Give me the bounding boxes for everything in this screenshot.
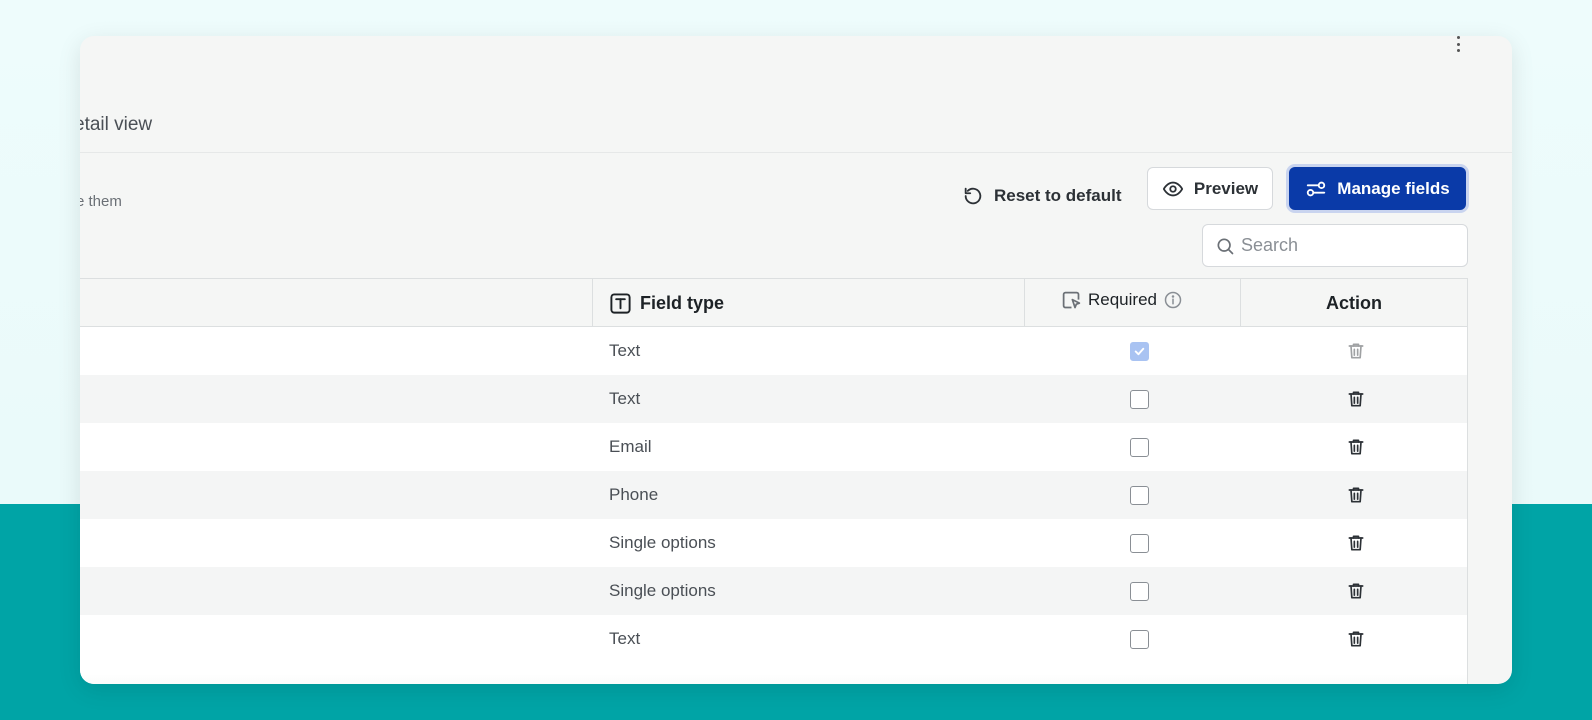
tab-detail-view[interactable]: etail view — [80, 114, 152, 136]
fields-table: Field type Required Action Text Text Email… — [80, 278, 1468, 684]
required-field-icon — [1062, 291, 1081, 308]
field-type-cell: Email — [609, 437, 652, 456]
sliders-icon — [1307, 181, 1326, 196]
table-row: Text — [80, 375, 1467, 423]
table-row: Email — [80, 423, 1467, 471]
trash-icon — [1348, 535, 1364, 551]
column-header-field-type[interactable]: Field type — [609, 279, 724, 327]
search-icon — [1217, 238, 1234, 254]
text-type-icon — [610, 292, 631, 314]
scroll-fade — [80, 674, 1467, 684]
info-icon[interactable] — [1163, 290, 1183, 310]
required-cell — [1130, 327, 1149, 375]
required-checkbox[interactable] — [1130, 437, 1149, 457]
required-cell — [1130, 423, 1149, 471]
trash-icon — [1348, 439, 1364, 455]
trash-icon — [1348, 583, 1364, 599]
delete-field-button[interactable] — [1346, 423, 1366, 471]
required-checkbox — [1130, 341, 1149, 361]
table-row: Text — [80, 615, 1467, 663]
manage-fields-button[interactable]: Manage fields — [1289, 167, 1466, 210]
table-row: Single options — [80, 567, 1467, 615]
required-checkbox[interactable] — [1130, 485, 1149, 505]
column-separator — [1024, 279, 1025, 327]
delete-field-button[interactable] — [1346, 375, 1366, 423]
field-type-cell: Text — [609, 629, 641, 648]
header-divider — [80, 152, 1512, 153]
field-type-cell: Single options — [609, 533, 716, 552]
column-separator — [592, 279, 593, 327]
required-cell — [1130, 375, 1149, 423]
column-header-required[interactable]: Required — [1061, 276, 1183, 324]
required-checkbox[interactable] — [1130, 629, 1149, 649]
trash-icon — [1348, 631, 1364, 647]
field-type-cell: Text — [609, 341, 641, 360]
trash-icon — [1348, 343, 1364, 359]
delete-field-button — [1346, 327, 1366, 375]
required-header-label: Required — [1088, 290, 1157, 309]
required-cell — [1130, 567, 1149, 615]
required-checkbox[interactable] — [1130, 581, 1149, 601]
more-options-icon[interactable] — [1452, 36, 1464, 52]
table-header: Field type Required Action — [80, 279, 1467, 327]
eye-icon — [1162, 181, 1183, 196]
field-type-cell: Text — [609, 389, 641, 408]
action-header-label: Action — [1326, 292, 1382, 313]
required-checkbox[interactable] — [1130, 533, 1149, 553]
delete-field-button[interactable] — [1346, 471, 1366, 519]
field-type-cell: Phone — [609, 485, 659, 504]
delete-field-button[interactable] — [1346, 519, 1366, 567]
column-header-action: Action — [1240, 279, 1468, 327]
required-cell — [1130, 519, 1149, 567]
trash-icon — [1348, 487, 1364, 503]
table-body: Text Text Email Phone Single options Single o… — [80, 327, 1467, 663]
section-hint: e them — [80, 193, 122, 210]
reset-to-default-button[interactable]: Reset to default — [962, 176, 1122, 216]
preview-button[interactable]: Preview — [1147, 167, 1273, 210]
delete-field-button[interactable] — [1346, 567, 1366, 615]
settings-panel: etail view e them Reset to default Previ… — [80, 36, 1512, 684]
search-box[interactable] — [1202, 224, 1468, 267]
required-checkbox[interactable] — [1130, 389, 1149, 409]
table-row: Phone — [80, 471, 1467, 519]
table-row: Text — [80, 327, 1467, 375]
preview-label: Preview — [1193, 178, 1259, 198]
required-cell — [1130, 471, 1149, 519]
field-type-header-label: Field type — [640, 292, 725, 313]
search-input[interactable] — [1241, 235, 1441, 256]
field-type-cell: Single options — [609, 581, 716, 600]
reset-label: Reset to default — [994, 186, 1122, 205]
reset-icon — [964, 187, 982, 205]
required-cell — [1130, 615, 1149, 663]
manage-fields-label: Manage fields — [1337, 178, 1450, 198]
table-row: Single options — [80, 519, 1467, 567]
trash-icon — [1348, 391, 1364, 407]
delete-field-button[interactable] — [1346, 615, 1366, 663]
